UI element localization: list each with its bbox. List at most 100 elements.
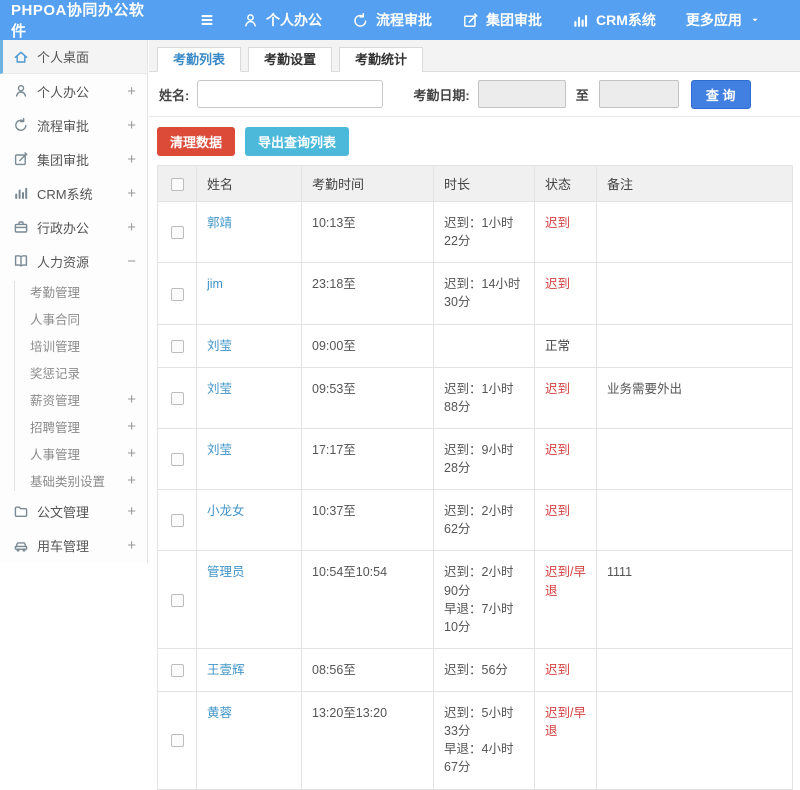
attendance-name-link[interactable]: 郭靖 — [207, 216, 232, 230]
chart-icon — [572, 12, 589, 29]
nav-item-label: 流程审批 — [376, 12, 432, 28]
sidebar-subitem-6-5[interactable]: 招聘管理 + — [0, 413, 147, 440]
time-cell: 08:56至 — [301, 647, 434, 693]
duration-cell: 迟到：1小时88分 — [433, 366, 535, 429]
row-checkbox[interactable] — [170, 226, 184, 240]
row-checkbox[interactable] — [170, 339, 184, 353]
attendance-name-link[interactable]: 刘莹 — [207, 443, 232, 457]
action-buttons: 清理数据 导出查询列表 — [149, 117, 800, 165]
sidebar-subitem-label: 人事管理 — [30, 448, 81, 462]
car-icon — [13, 537, 29, 553]
note-cell: 1111 — [596, 550, 793, 649]
note-cell: 业务需要外出 — [596, 366, 793, 429]
sidebar-item-0[interactable]: 个人桌面 — [0, 40, 147, 74]
sidebar-subitem-6-0[interactable]: 考勤管理 — [0, 278, 147, 305]
date-to-input[interactable] — [598, 80, 679, 108]
row-checkbox[interactable] — [170, 391, 184, 405]
row-checkbox[interactable] — [170, 734, 184, 748]
row-checkbox[interactable] — [170, 453, 184, 467]
note-cell — [596, 262, 793, 325]
sidebar-subitem-label: 招聘管理 — [30, 421, 81, 435]
expand-toggle-icon: + — [127, 502, 136, 520]
sidebar-subitem-6-3[interactable]: 奖惩记录 — [0, 359, 147, 386]
row-checkbox[interactable] — [170, 287, 184, 301]
sidebar-item-7[interactable]: 公文管理 + — [0, 494, 147, 528]
book-icon — [13, 253, 29, 269]
tab-attendance-settings[interactable]: 考勤设置 — [248, 47, 333, 72]
expand-toggle-icon: − — [127, 252, 136, 270]
row-checkbox[interactable] — [170, 664, 184, 678]
tab-attendance-stats[interactable]: 考勤统计 — [339, 47, 424, 72]
table-row: 小龙女 10:37至 迟到：2小时62分 迟到 — [157, 489, 793, 552]
row-checkbox[interactable] — [170, 514, 184, 528]
attendance-name-link[interactable]: 刘莹 — [207, 382, 232, 396]
nav-item-label: 集团审批 — [486, 12, 542, 28]
briefcase-icon — [13, 219, 29, 235]
sidebar-item-label: 个人办公 — [37, 84, 90, 100]
attendance-name-link[interactable]: jim — [207, 277, 223, 291]
nav-item-4[interactable]: 更多应用 — [686, 10, 768, 30]
name-cell: 小龙女 — [196, 489, 302, 552]
sidebar-item-8[interactable]: 用车管理 + — [0, 528, 147, 562]
date-from-input[interactable] — [477, 80, 566, 108]
sidebar-item-label: 行政办公 — [37, 220, 90, 236]
menu-icon[interactable] — [198, 11, 216, 29]
sidebar-item-label: 公文管理 — [37, 504, 90, 520]
sidebar-subitem-6-1[interactable]: 人事合同 — [0, 305, 147, 332]
export-list-button[interactable]: 导出查询列表 — [245, 127, 350, 156]
date-filter-label: 考勤日期: — [413, 87, 470, 103]
row-checkbox[interactable] — [170, 593, 184, 607]
nav-item-2[interactable]: 集团审批 — [462, 10, 542, 30]
duration-cell: 迟到：56分 — [433, 647, 535, 693]
attendance-name-link[interactable]: 管理员 — [207, 565, 245, 579]
sidebar-item-1[interactable]: 个人办公 + — [0, 74, 147, 108]
sidebar-subitem-6-7[interactable]: 基础类别设置 + — [0, 467, 147, 494]
attendance-name-link[interactable]: 王壹辉 — [207, 663, 245, 677]
person-icon — [242, 12, 259, 29]
nav-item-1[interactable]: 流程审批 — [352, 10, 432, 30]
name-filter-input[interactable] — [197, 80, 384, 108]
sidebar-item-label: 集团审批 — [37, 152, 90, 168]
tab-attendance-list[interactable]: 考勤列表 — [157, 47, 242, 72]
row-select-cell — [157, 262, 197, 325]
row-select-cell — [157, 647, 197, 693]
time-cell: 13:20至13:20 — [301, 691, 434, 790]
row-select-cell — [157, 427, 197, 491]
attendance-name-link[interactable]: 小龙女 — [207, 504, 245, 518]
sidebar-subitem-6-4[interactable]: 薪资管理 + — [0, 386, 147, 413]
sidebar-item-label: 用车管理 — [37, 538, 90, 554]
duration-cell: 迟到：9小时28分 — [433, 427, 535, 491]
table-row: 王壹辉 08:56至 迟到：56分 迟到 — [157, 647, 793, 693]
attendance-name-link[interactable]: 黄蓉 — [207, 706, 232, 720]
sidebar-item-5[interactable]: 行政办公 + — [0, 210, 147, 244]
sidebar-item-3[interactable]: 集团审批 + — [0, 142, 147, 176]
duration-line: 迟到：2小时90分 — [444, 565, 514, 598]
clean-data-button[interactable]: 清理数据 — [157, 127, 236, 156]
status-badge: 迟到 — [545, 442, 571, 457]
sidebar-item-4[interactable]: CRM系统 + — [0, 176, 147, 210]
nav-item-0[interactable]: 个人办公 — [242, 10, 322, 30]
duration-line: 迟到：14小时30分 — [444, 277, 521, 310]
nav-item-3[interactable]: CRM系统 — [572, 10, 656, 30]
attendance-name-link[interactable]: 刘莹 — [207, 339, 232, 353]
duration-line: 早退：4小时67分 — [444, 742, 514, 775]
sidebar-subitem-6-6[interactable]: 人事管理 + — [0, 440, 147, 467]
duration-cell: 迟到：5小时33分 早退：4小时67分 — [433, 691, 535, 790]
edit-icon — [462, 12, 479, 29]
sidebar-submenu: 考勤管理 人事合同 培训管理 奖惩记录 薪资管理 + 招聘管理 + 人事管理 + 基础类别设置 + — [0, 278, 147, 494]
duration-cell — [433, 323, 535, 368]
select-all-checkbox[interactable] — [170, 178, 184, 192]
sidebar-item-2[interactable]: 流程审批 + — [0, 108, 147, 142]
sidebar-item-6[interactable]: 人力资源 − — [0, 244, 147, 278]
row-select-cell — [157, 323, 197, 368]
nav-item-label: 个人办公 — [266, 12, 322, 28]
filter-bar: 姓名: 考勤日期: 至 查 询 — [149, 72, 800, 117]
status-badge: 迟到/早退 — [545, 706, 586, 739]
search-button[interactable]: 查 询 — [690, 79, 751, 109]
top-nav-menu: 个人办公 流程审批 集团审批 CRM系统 更多应用 — [242, 10, 798, 30]
sidebar-subitem-6-2[interactable]: 培训管理 — [0, 332, 147, 359]
person-icon — [13, 83, 29, 99]
name-cell: 刘莹 — [196, 323, 302, 368]
name-cell: 黄蓉 — [196, 691, 302, 790]
expand-toggle-icon: + — [127, 418, 136, 435]
